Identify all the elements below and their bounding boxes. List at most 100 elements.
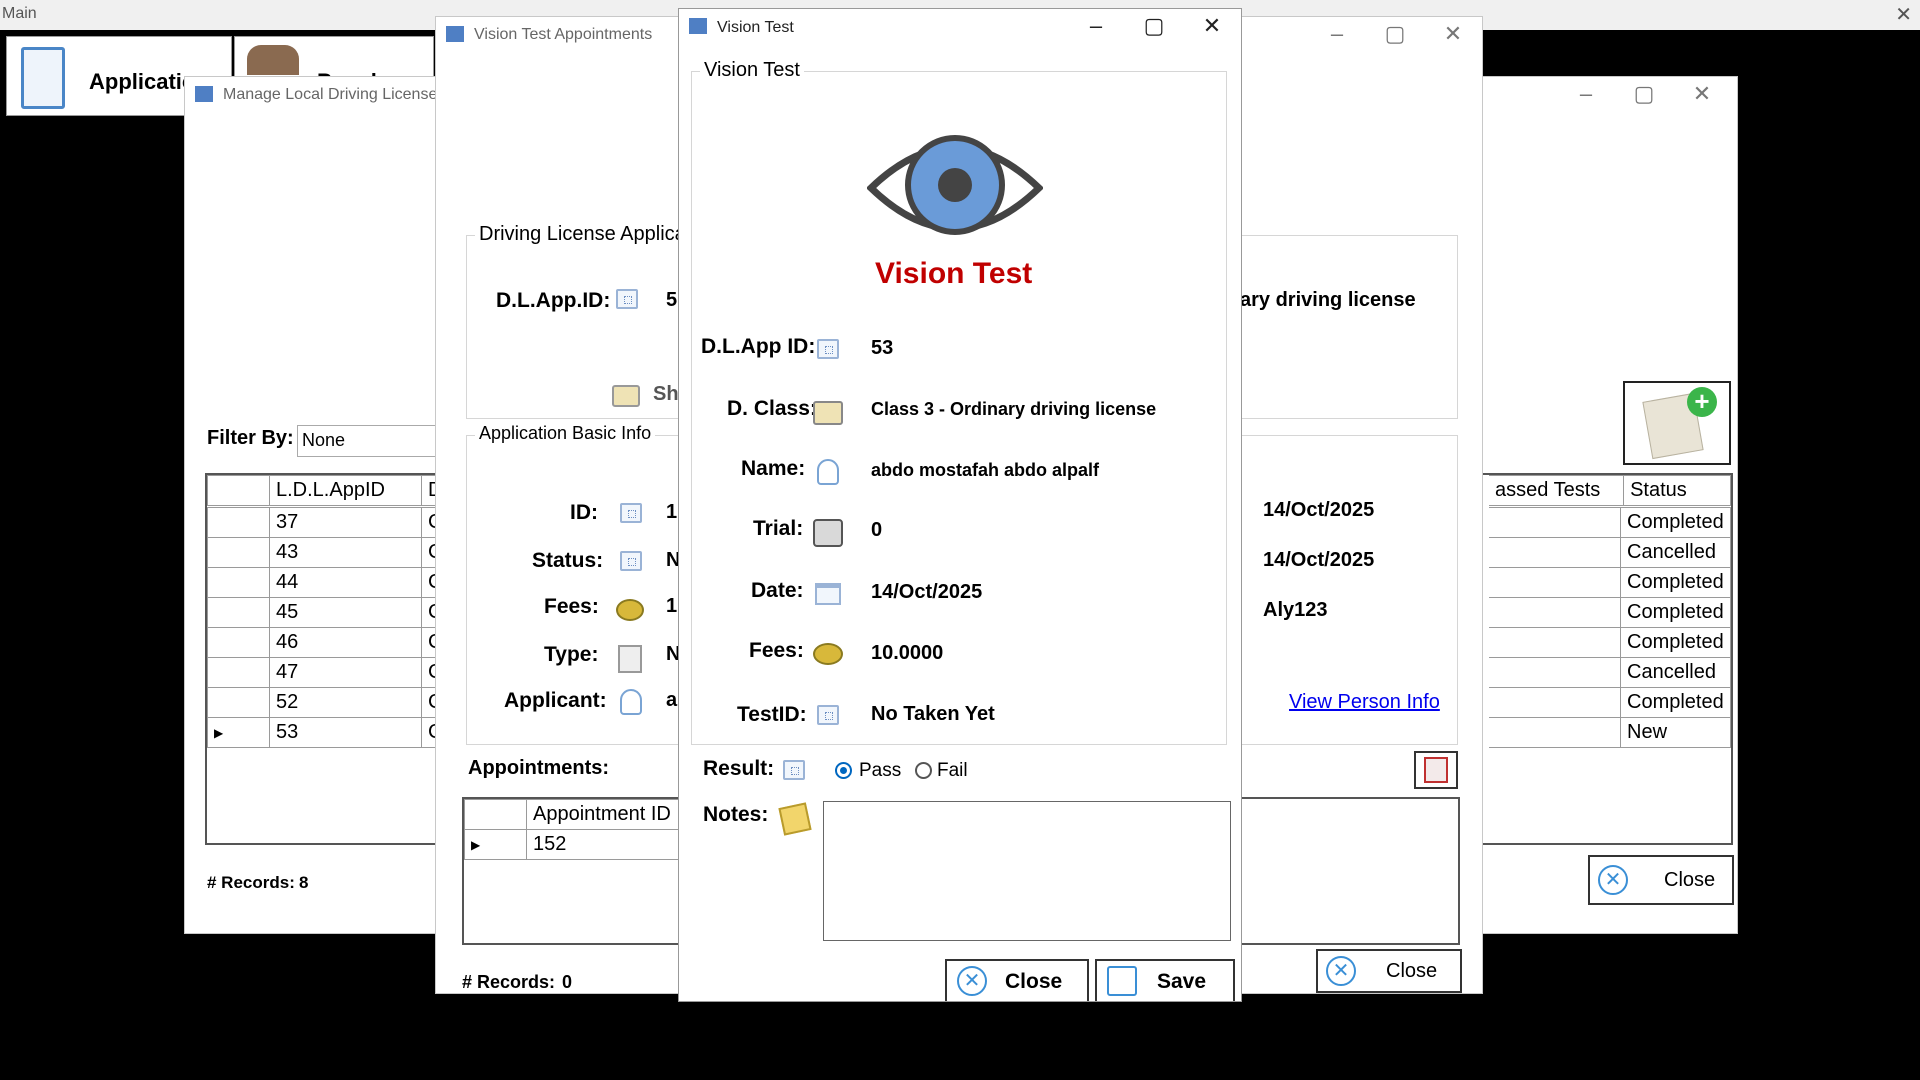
dlapp-id-value: 53 xyxy=(871,337,894,359)
close-icon[interactable]: ✕ xyxy=(1183,9,1241,45)
coins-icon xyxy=(813,643,843,665)
table-row[interactable]: 45C xyxy=(207,597,450,628)
ldl-appid-cell: 46 xyxy=(269,627,422,658)
basic-status-label: Status: xyxy=(532,549,604,572)
vision-group-title: Vision Test xyxy=(700,59,804,82)
date-value: 14/Oct/2025 xyxy=(871,581,983,603)
dclass-label: D. Class: xyxy=(727,397,817,420)
maximize-icon[interactable]: ▢ xyxy=(1615,77,1673,113)
close-circle-icon: ✕ xyxy=(1326,956,1356,986)
view-person-info-link[interactable]: View Person Info xyxy=(1289,691,1440,714)
appt-records-count: 0 xyxy=(562,972,573,992)
table-row[interactable]: 52C xyxy=(207,687,450,718)
status-icon xyxy=(620,551,642,571)
col-status[interactable]: Status xyxy=(1623,475,1731,506)
app-icon xyxy=(195,86,213,102)
table-row[interactable]: ▶53C xyxy=(207,717,450,748)
basic-date-1: 14/Oct/2025 xyxy=(1263,499,1375,521)
table-row[interactable]: New xyxy=(1489,717,1731,748)
passed-tests-cell xyxy=(1489,597,1621,628)
table-row[interactable]: Completed xyxy=(1489,597,1731,628)
row-selector xyxy=(207,627,270,658)
manage-close-label: Close xyxy=(1664,869,1716,891)
add-appointment-button[interactable] xyxy=(1414,751,1458,789)
manage-close-button[interactable]: ✕ Close xyxy=(1588,855,1734,905)
basic-applicant-value: a xyxy=(666,689,678,711)
plus-icon: + xyxy=(1687,387,1717,417)
close-circle-icon: ✕ xyxy=(957,966,987,996)
dl-group-title: Driving License Applica xyxy=(475,223,690,246)
basic-date-2: 14/Oct/2025 xyxy=(1263,549,1375,571)
id-icon xyxy=(817,339,839,359)
show-license-link[interactable]: Sh xyxy=(653,383,679,406)
row-selector xyxy=(207,687,270,718)
minimize-icon[interactable]: – xyxy=(1557,77,1615,113)
main-window-title: Main xyxy=(2,5,37,22)
row-selector xyxy=(207,507,270,538)
passed-tests-cell xyxy=(1489,537,1621,568)
minimize-icon[interactable]: – xyxy=(1067,9,1125,45)
table-row[interactable]: Completed xyxy=(1489,567,1731,598)
table-row[interactable]: 37C xyxy=(207,507,450,538)
appointments-window-title: Vision Test Appointments xyxy=(474,26,653,43)
table-row[interactable]: Cancelled xyxy=(1489,657,1731,688)
vision-test-window: Vision Test – ▢ ✕ Vision Test Vision Tes… xyxy=(678,8,1242,1002)
appointments-close-button[interactable]: ✕ Close xyxy=(1316,949,1462,993)
status-cell: New xyxy=(1620,717,1731,748)
people-icon xyxy=(247,45,299,75)
row-selector: ▶ xyxy=(207,717,270,748)
id-icon xyxy=(817,705,839,725)
save-icon xyxy=(1107,966,1137,996)
close-icon[interactable]: ✕ xyxy=(1424,17,1482,53)
close-circle-icon: ✕ xyxy=(1598,865,1628,895)
manage-records-label: # Records: xyxy=(207,873,295,892)
fail-label[interactable]: Fail xyxy=(937,760,968,782)
main-close-icon[interactable]: ✕ xyxy=(1895,2,1912,27)
fees-label: Fees: xyxy=(749,639,804,662)
fail-radio[interactable] xyxy=(915,762,932,779)
coins-icon xyxy=(616,599,644,621)
result-label: Result: xyxy=(703,757,775,780)
date-label: Date: xyxy=(751,579,804,602)
close-icon[interactable]: ✕ xyxy=(1673,77,1731,113)
ldl-appid-cell: 52 xyxy=(269,687,422,718)
table-row[interactable]: Completed xyxy=(1489,687,1731,718)
basic-info-title: Application Basic Info xyxy=(475,423,656,444)
status-cell: Cancelled xyxy=(1620,657,1731,688)
vision-save-button[interactable]: Save xyxy=(1095,959,1235,1001)
basic-fees-label: Fees: xyxy=(544,595,599,618)
basic-user: Aly123 xyxy=(1263,599,1328,621)
status-cell: Completed xyxy=(1620,507,1731,538)
maximize-icon[interactable]: ▢ xyxy=(1125,9,1183,45)
table-row[interactable]: 47C xyxy=(207,657,450,688)
dlapp-id-label: D.L.App ID: xyxy=(701,335,816,358)
filter-select[interactable]: None xyxy=(297,425,437,457)
pass-radio[interactable] xyxy=(835,762,852,779)
row-selector xyxy=(207,537,270,568)
class-partial: ary driving license xyxy=(1240,289,1416,311)
maximize-icon[interactable]: ▢ xyxy=(1366,17,1424,53)
applications-icon xyxy=(21,47,65,109)
table-row[interactable]: 44C xyxy=(207,567,450,598)
vision-close-button[interactable]: ✕ Close xyxy=(945,959,1089,1001)
minimize-icon[interactable]: – xyxy=(1308,17,1366,53)
vision-heading: Vision Test xyxy=(875,257,1033,290)
table-row[interactable]: Completed xyxy=(1489,507,1731,538)
calendar-add-icon xyxy=(1424,757,1448,783)
trial-value: 0 xyxy=(871,519,883,541)
notes-textarea[interactable] xyxy=(823,801,1231,941)
col-ldl-appid[interactable]: L.D.L.AppID xyxy=(269,475,422,506)
pass-label[interactable]: Pass xyxy=(859,760,901,782)
id-icon xyxy=(620,503,642,523)
passed-tests-cell xyxy=(1489,627,1621,658)
table-row[interactable]: Completed xyxy=(1489,627,1731,658)
col-passed-tests[interactable]: assed Tests xyxy=(1489,475,1625,506)
app-icon xyxy=(689,18,707,34)
table-row[interactable]: 46C xyxy=(207,627,450,658)
status-cell: Cancelled xyxy=(1620,537,1731,568)
add-application-button[interactable]: + xyxy=(1623,381,1731,465)
basic-applicant-label: Applicant: xyxy=(504,689,607,712)
table-row[interactable]: 43C xyxy=(207,537,450,568)
table-row[interactable]: Cancelled xyxy=(1489,537,1731,568)
status-cell: Completed xyxy=(1620,597,1731,628)
